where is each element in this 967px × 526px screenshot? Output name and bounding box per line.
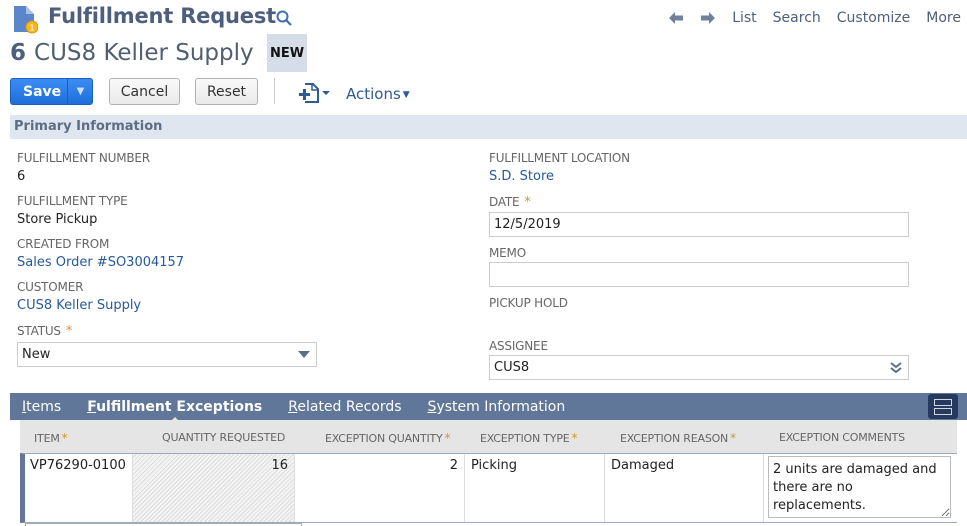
search-link[interactable]: Search bbox=[773, 10, 821, 26]
created-from-link[interactable]: Sales Order #SO3004157 bbox=[17, 255, 184, 270]
save-button[interactable]: Save ▼ bbox=[10, 78, 93, 105]
primary-information-header: Primary Information bbox=[10, 115, 967, 139]
page-title: Fulfillment Request bbox=[48, 4, 276, 28]
reset-button[interactable]: Reset bbox=[195, 78, 258, 105]
fulfillment-number-value: 6 bbox=[17, 169, 26, 184]
arrow-left-icon[interactable] bbox=[668, 11, 684, 25]
save-options-dropdown-icon[interactable]: ▼ bbox=[68, 79, 93, 104]
fulfillment-location-label: FULFILLMENT LOCATION bbox=[489, 151, 630, 165]
list-link[interactable]: List bbox=[732, 10, 756, 26]
tab-fulfillment-exceptions-label: ulfillment Exceptions bbox=[96, 398, 263, 415]
search-icon[interactable] bbox=[275, 9, 293, 27]
fulfillment-type-label: FULFILLMENT TYPE bbox=[17, 194, 128, 208]
tab-related-records-label: elated Records bbox=[297, 398, 402, 415]
cell-exception-reason[interactable]: Damaged bbox=[605, 454, 764, 522]
required-marker: * bbox=[524, 195, 531, 210]
exception-comments-textarea[interactable]: 2 units are damaged and there are no rep… bbox=[768, 456, 951, 518]
cell-exception-quantity[interactable]: 2 bbox=[295, 454, 465, 522]
tab-related-records-access-key: R bbox=[288, 398, 298, 415]
double-chevron-down-icon[interactable] bbox=[890, 362, 902, 374]
status-label: STATUS * bbox=[17, 324, 72, 339]
pickup-hold-label: PICKUP HOLD bbox=[489, 296, 568, 310]
column-header-item: ITEM * bbox=[34, 431, 68, 445]
more-link[interactable]: More bbox=[926, 10, 961, 26]
svg-text:1: 1 bbox=[29, 24, 34, 33]
fulfillment-location-link[interactable]: S.D. Store bbox=[489, 169, 554, 184]
column-header-label: ITEM bbox=[34, 432, 60, 445]
date-label: DATE * bbox=[489, 195, 531, 210]
toolbar-divider bbox=[274, 78, 275, 104]
table-row[interactable]: VP76290-0100 16 2 Picking Damaged 2 unit… bbox=[20, 453, 957, 523]
required-marker: * bbox=[444, 431, 451, 445]
record-number: 6 bbox=[10, 40, 27, 66]
subtab-bar: Items Fulfillment Exceptions Related Rec… bbox=[10, 393, 967, 423]
table-header: ITEM * QUANTITY REQUESTED EXCEPTION QUANT… bbox=[20, 420, 957, 453]
save-label: Save bbox=[23, 83, 62, 100]
dropdown-arrow-icon bbox=[298, 351, 310, 358]
status-badge: NEW bbox=[267, 34, 307, 72]
date-input[interactable]: 12/5/2019 bbox=[489, 212, 909, 237]
assignee-label: ASSIGNEE bbox=[489, 339, 548, 353]
column-header-quantity-requested: QUANTITY REQUESTED bbox=[162, 431, 285, 444]
column-header-label: EXCEPTION REASON bbox=[620, 432, 729, 445]
tab-related-records[interactable]: Related Records bbox=[288, 399, 401, 415]
assignee-select[interactable]: CUS8 bbox=[489, 355, 909, 380]
column-header-label: QUANTITY REQUESTED bbox=[162, 431, 286, 444]
column-header-label: EXCEPTION QUANTITY bbox=[325, 432, 443, 445]
cell-quantity-requested: 16 bbox=[133, 454, 295, 522]
record-heading: 6 CUS8 Keller Supply bbox=[10, 40, 254, 66]
created-from-label: CREATED FROM bbox=[17, 237, 110, 251]
customer-link[interactable]: CUS8 Keller Supply bbox=[17, 298, 141, 313]
required-marker: * bbox=[65, 324, 73, 339]
tab-fulfillment-exceptions-access-key: F bbox=[87, 398, 97, 415]
customer-label: CUSTOMER bbox=[17, 280, 84, 294]
record-navigation: List Search Customize More bbox=[668, 10, 961, 26]
tab-items-label: tems bbox=[26, 398, 62, 415]
column-header-exception-type: EXCEPTION TYPE * bbox=[480, 431, 578, 445]
layout-toggle-icon[interactable] bbox=[928, 394, 958, 419]
record-name: CUS8 Keller Supply bbox=[34, 40, 254, 66]
memo-label: MEMO bbox=[489, 246, 526, 260]
fulfillment-type-value: Store Pickup bbox=[17, 212, 98, 227]
caret-down-icon: ▼ bbox=[402, 90, 410, 100]
status-select-value: New bbox=[22, 347, 51, 362]
memo-input[interactable] bbox=[489, 262, 909, 287]
required-marker: * bbox=[730, 431, 736, 445]
assignee-select-value: CUS8 bbox=[494, 360, 530, 375]
customize-link[interactable]: Customize bbox=[837, 10, 911, 26]
required-marker: * bbox=[61, 431, 68, 445]
tab-fulfillment-exceptions[interactable]: Fulfillment Exceptions bbox=[87, 398, 263, 423]
fulfillment-request-record-icon: 1 bbox=[14, 6, 38, 34]
actions-label: Actions bbox=[346, 85, 401, 103]
cancel-button[interactable]: Cancel bbox=[109, 78, 180, 105]
tab-system-information[interactable]: System Information bbox=[428, 399, 566, 415]
column-header-label: EXCEPTION COMMENTS bbox=[779, 431, 905, 444]
actions-menu[interactable]: Actions ▼ bbox=[346, 85, 410, 103]
required-marker: * bbox=[571, 431, 578, 445]
column-header-exception-reason: EXCEPTION REASON * bbox=[620, 431, 736, 445]
column-header-label: EXCEPTION TYPE bbox=[480, 432, 570, 445]
new-document-plus-icon[interactable] bbox=[297, 82, 333, 104]
fulfillment-number-label: FULFILLMENT NUMBER bbox=[17, 151, 150, 165]
cell-exception-comments: 2 units are damaged and there are no rep… bbox=[764, 454, 957, 522]
arrow-right-icon[interactable] bbox=[700, 11, 716, 25]
cell-exception-type[interactable]: Picking bbox=[465, 454, 605, 522]
status-select[interactable]: New bbox=[17, 342, 317, 367]
column-header-exception-comments: EXCEPTION COMMENTS bbox=[779, 431, 905, 444]
status-label-text: STATUS bbox=[17, 324, 61, 338]
date-label-text: DATE bbox=[489, 195, 520, 209]
tab-system-information-label: ystem Information bbox=[436, 398, 566, 415]
column-header-exception-quantity: EXCEPTION QUANTITY * bbox=[325, 431, 451, 445]
cell-item[interactable]: VP76290-0100 bbox=[25, 454, 133, 522]
tab-items[interactable]: Items bbox=[22, 399, 61, 415]
